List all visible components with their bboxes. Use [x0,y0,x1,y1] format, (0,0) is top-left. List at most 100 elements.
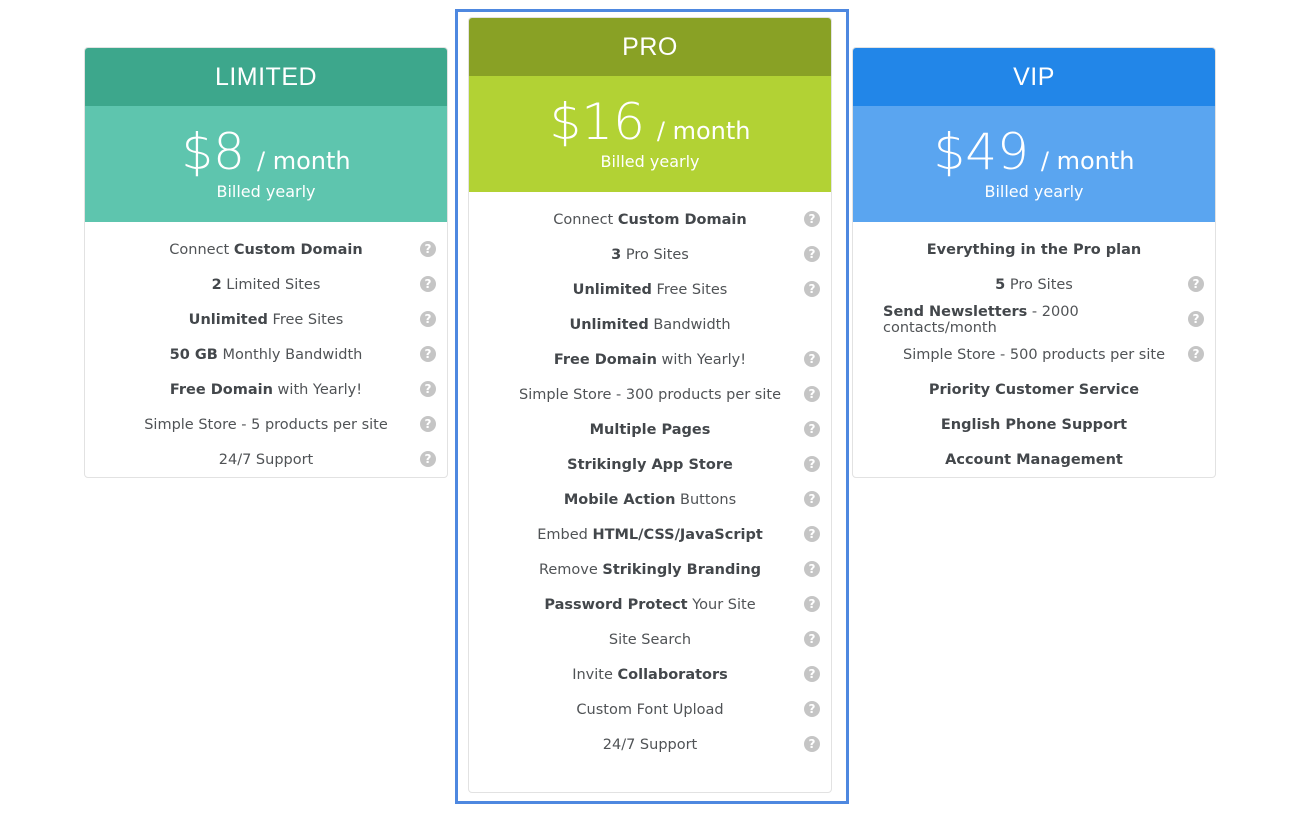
help-circle-icon[interactable]: ? [804,666,820,682]
plan-card-vip[interactable]: VIP $49 / month Billed yearly Everything… [852,47,1216,478]
help-circle-icon[interactable]: ? [804,421,820,437]
feature-text: Simple Store - 300 products per site [519,387,781,403]
feature-text-regular: with Yearly! [272,381,363,398]
help-circle-icon[interactable]: ? [804,596,820,612]
billing-note: Billed yearly [216,181,316,201]
help-circle-icon[interactable]: ? [804,491,820,507]
price-amount: $49 [933,122,1029,181]
feature-list: Connect Custom Domain? 2 Limited Sites? Un… [85,222,447,477]
help-circle-icon[interactable]: ? [804,351,820,367]
feature-text: Priority Customer Service [929,382,1139,398]
feature-text-regular: Free Sites [267,311,344,328]
plan-card-pro[interactable]: PRO $16 / month Billed yearly Connect Cu… [468,17,832,793]
help-circle-icon[interactable]: ? [804,631,820,647]
help-circle-icon[interactable]: ? [804,211,820,227]
feature-text: Connect Custom Domain [553,212,746,228]
feature-text: 2 Limited Sites [212,277,321,293]
feature-item: 5 Pro Sites? [853,267,1215,302]
feature-text: Site Search [609,632,691,648]
feature-text: Invite Collaborators [572,667,728,683]
feature-text-bold: Free Domain [169,381,273,398]
feature-text: Unlimited Free Sites [573,282,728,298]
feature-item: Embed HTML/CSS/JavaScript? [469,517,831,552]
feature-text: Embed HTML/CSS/JavaScript [537,527,763,543]
feature-text-bold: Unlimited [188,311,268,328]
feature-text: Unlimited Bandwidth [569,317,730,333]
feature-text: Account Management [945,452,1123,468]
feature-item: Unlimited Free Sites? [85,302,447,337]
help-circle-icon[interactable]: ? [804,246,820,262]
help-circle-icon[interactable]: ? [420,416,436,432]
feature-text: 24/7 Support [603,737,698,753]
help-circle-icon[interactable]: ? [804,281,820,297]
feature-text-regular: Connect [169,241,234,258]
help-circle-icon[interactable]: ? [1188,276,1204,292]
feature-item: 3 Pro Sites? [469,237,831,272]
feature-text-regular: Limited Sites [221,276,321,293]
feature-text-bold: HTML/CSS/JavaScript [592,526,763,543]
feature-text-bold: Send Newsletters [883,303,1028,320]
plan-price-block: $16 / month Billed yearly [469,76,831,192]
help-circle-icon[interactable]: ? [1188,311,1204,327]
help-circle-icon[interactable]: ? [1188,346,1204,362]
feature-text-bold: 50 GB [169,346,218,363]
feature-text: Send Newsletters - 2000 contacts/month [883,304,1185,336]
feature-text: 50 GB Monthly Bandwidth [170,347,363,363]
help-circle-icon[interactable]: ? [420,311,436,327]
feature-text-bold: Everything in the Pro plan [926,241,1142,258]
feature-item: Connect Custom Domain? [469,202,831,237]
feature-text-regular: 24/7 Support [602,736,698,753]
feature-text-bold: Unlimited [569,316,649,333]
feature-text: 5 Pro Sites [995,277,1073,293]
help-circle-icon[interactable]: ? [804,561,820,577]
feature-item: Simple Store - 5 products per site? [85,407,447,442]
feature-item: Unlimited Free Sites? [469,272,831,307]
feature-text-regular: Your Site [687,596,756,613]
plan-card-limited[interactable]: LIMITED $8 / month Billed yearly Connect… [84,47,448,478]
price-amount: $16 [549,92,645,151]
feature-text-bold: 5 [995,276,1006,293]
feature-item: Priority Customer Service [853,372,1215,407]
feature-text-regular: Simple Store - 300 products per site [519,386,781,403]
help-circle-icon[interactable]: ? [420,346,436,362]
feature-item: Unlimited Bandwidth [469,307,831,342]
feature-text-regular: Pro Sites [621,246,689,263]
help-circle-icon[interactable]: ? [804,456,820,472]
feature-item: Free Domain with Yearly!? [85,372,447,407]
help-circle-icon[interactable]: ? [420,276,436,292]
feature-text: Simple Store - 5 products per site [144,417,388,433]
price-amount: $8 [181,122,245,181]
help-circle-icon[interactable]: ? [420,381,436,397]
feature-item: Simple Store - 500 products per site? [853,337,1215,372]
feature-text: Everything in the Pro plan [927,242,1142,258]
feature-text-regular: Custom Font Upload [576,701,724,718]
feature-text-regular: with Yearly! [656,351,747,368]
plan-title: VIP [853,48,1215,106]
help-circle-icon[interactable]: ? [420,241,436,257]
plan-title: LIMITED [85,48,447,106]
help-circle-icon[interactable]: ? [804,701,820,717]
help-circle-icon[interactable]: ? [804,386,820,402]
feature-text-regular: Free Sites [651,281,728,298]
feature-text-bold: Mobile Action [563,491,676,508]
plan-price-block: $8 / month Billed yearly [85,106,447,222]
feature-text: 3 Pro Sites [611,247,689,263]
feature-text-regular: Connect [553,211,618,228]
feature-item: Everything in the Pro plan [853,232,1215,267]
help-circle-icon[interactable]: ? [804,526,820,542]
help-circle-icon[interactable]: ? [804,736,820,752]
feature-text-bold: 3 [611,246,622,263]
feature-item: 50 GB Monthly Bandwidth? [85,337,447,372]
feature-item: Send Newsletters - 2000 contacts/month? [853,302,1215,337]
help-circle-icon[interactable]: ? [420,451,436,467]
billing-note: Billed yearly [984,181,1084,201]
price-period: / month [656,116,751,145]
plan-price-block: $49 / month Billed yearly [853,106,1215,222]
feature-text: Remove Strikingly Branding [539,562,761,578]
feature-item: Simple Store - 300 products per site? [469,377,831,412]
feature-text-regular: Monthly Bandwidth [217,346,363,363]
feature-text: Connect Custom Domain [169,242,362,258]
feature-text-regular: Invite [572,666,618,683]
plan-title: PRO [469,18,831,76]
feature-text-bold: Multiple Pages [589,421,711,438]
